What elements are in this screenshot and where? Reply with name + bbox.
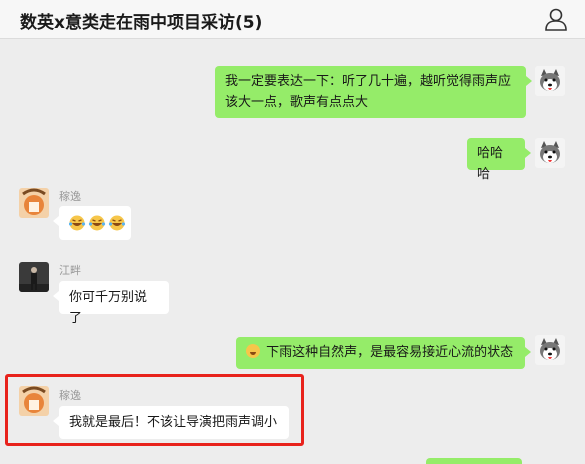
message-bubble-outgoing[interactable]: 下雨这种自然声，是最容易接近心流的状态 [236,337,531,369]
message-bubble-outgoing-partial [426,458,522,464]
message-text: 我一定要表达一下：听了几十遍，越听觉得雨声应 [225,74,512,89]
husky-avatar-icon [535,66,565,96]
grinning-emoji-icon [246,344,260,358]
sender-avatar[interactable] [19,188,49,218]
group-members-icon[interactable] [543,7,569,31]
self-avatar[interactable] [535,66,565,96]
message-text: 哈哈哈 [477,146,504,182]
photo-avatar-icon [19,262,49,292]
message-bubble-incoming[interactable]: 你可千万别说了 [53,281,169,326]
sender-name: 稼逸 [59,190,81,203]
message-bubble-outgoing[interactable]: 我一定要表达一下：听了几十遍，越听觉得雨声应 该大一点，歌声有点点大 [215,66,532,118]
sender-avatar[interactable] [19,262,49,292]
highlight-box [5,374,304,446]
chat-title: 数英x意类走在雨中项目采访(5) [20,13,263,33]
laughing-crying-emoji-icon [68,215,126,231]
message-bubble-outgoing[interactable]: 哈哈哈 [467,138,531,182]
self-avatar[interactable] [535,138,565,168]
chat-header: 数英x意类走在雨中项目采访(5) [0,0,585,39]
message-text: 你可千万别说了 [69,290,148,326]
self-avatar[interactable] [535,335,565,365]
message-text: 下雨这种自然声，是最容易接近心流的状态 [266,345,514,360]
husky-avatar-icon [535,138,565,168]
illustrated-avatar-icon [19,188,49,218]
message-text: 该大一点，歌声有点点大 [225,95,369,110]
message-bubble-incoming[interactable] [53,206,131,240]
husky-avatar-icon [535,335,565,365]
sender-name: 江畔 [59,264,81,277]
